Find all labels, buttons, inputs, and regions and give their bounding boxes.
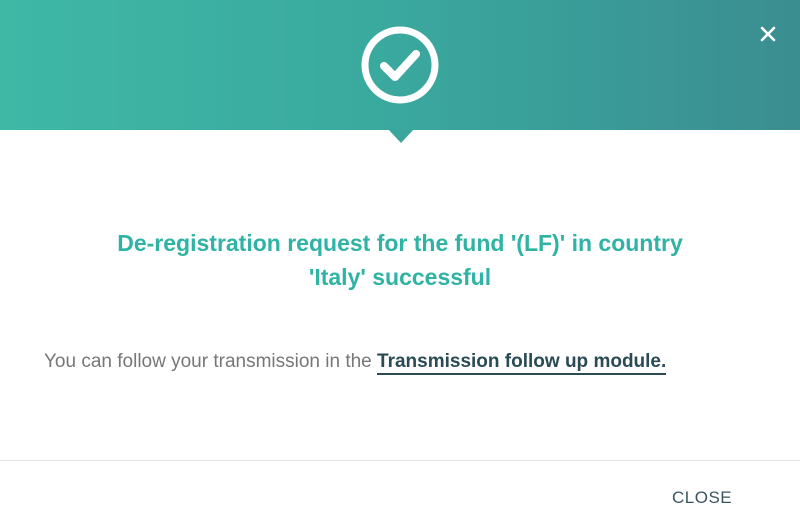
- dialog-message: You can follow your transmission in the …: [44, 344, 744, 380]
- title-line-1: De-registration request for the fund '(L…: [117, 230, 683, 256]
- title-line-2: 'Italy' successful: [308, 264, 492, 290]
- message-text: You can follow your transmission in the: [44, 351, 378, 372]
- dialog-title: De-registration request for the fund '(L…: [40, 226, 760, 294]
- dialog-header: [0, 0, 800, 130]
- close-icon[interactable]: [756, 22, 780, 46]
- success-dialog: De-registration request for the fund '(L…: [0, 0, 800, 523]
- transmission-follow-up-link[interactable]: Transmission follow up module.: [377, 351, 667, 375]
- footer-divider: [0, 460, 800, 461]
- checkmark-circle-icon: [361, 26, 439, 104]
- close-button[interactable]: CLOSE: [664, 484, 740, 512]
- header-pointer: [388, 129, 414, 143]
